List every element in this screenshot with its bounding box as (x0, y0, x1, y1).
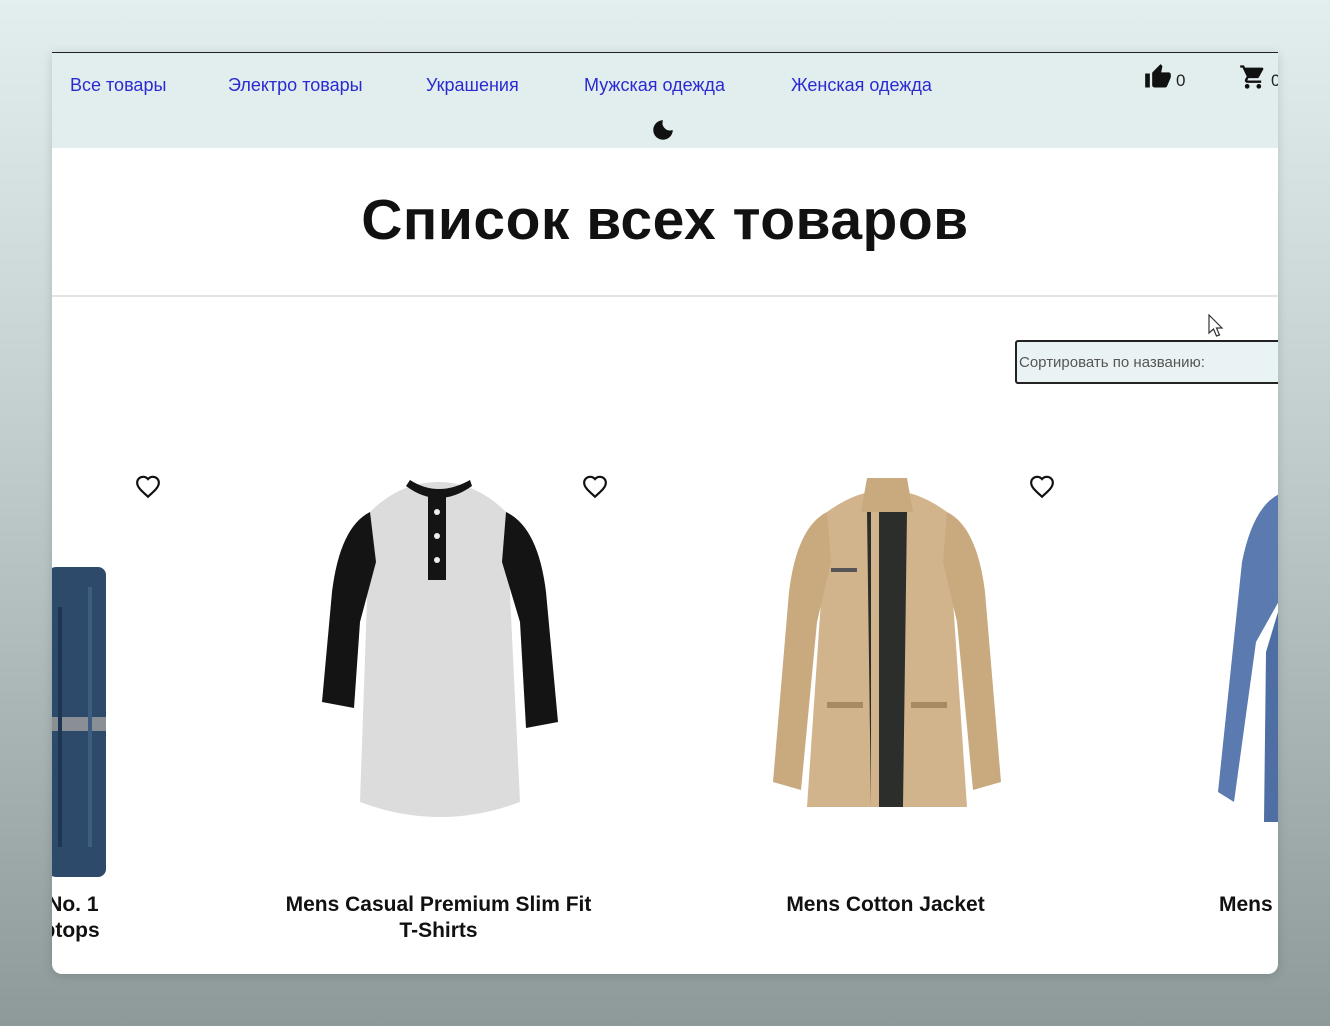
sort-select[interactable]: Сортировать по названию: (1015, 340, 1278, 384)
product-image-backpack (52, 567, 106, 877)
nav-link-womens[interactable]: Женская одежда (791, 75, 932, 96)
navbar: Все товары Электро товары Украшения Мужс… (52, 52, 1278, 148)
cart-counter[interactable]: 0 (1239, 63, 1278, 91)
cursor-icon (1208, 314, 1224, 337)
heart-icon[interactable] (582, 474, 608, 500)
product-card[interactable]: Mens Casual Premium Slim Fit T-Shirts (215, 472, 662, 972)
moon-icon[interactable] (650, 117, 676, 143)
product-image-shirt (1218, 494, 1278, 822)
product-card[interactable]: Mens Cotton Jacket (662, 472, 1109, 972)
page-header: Список всех товаров (52, 147, 1278, 297)
product-card[interactable]: ck No. 1 Laptops (52, 472, 165, 972)
product-card[interactable]: Mens (1109, 472, 1278, 972)
nav-link-mens[interactable]: Мужская одежда (584, 75, 725, 96)
cart-icon (1240, 65, 1264, 89)
likes-counter[interactable]: 0 (1144, 63, 1185, 91)
nav-link-all[interactable]: Все товары (70, 75, 166, 96)
heart-icon[interactable] (1029, 474, 1055, 500)
sort-label: Сортировать по названию: (1019, 353, 1205, 371)
nav-link-jewelery[interactable]: Украшения (426, 75, 519, 96)
heart-icon[interactable] (135, 474, 161, 500)
likes-count: 0 (1176, 71, 1186, 90)
product-image-jacket (773, 478, 1001, 807)
nav-link-electronics[interactable]: Электро товары (228, 75, 363, 96)
browser-window: Все товары Электро товары Украшения Мужс… (52, 52, 1278, 974)
page-title: Список всех товаров (361, 188, 969, 252)
product-title: ck No. 1 Laptops (52, 893, 100, 942)
thumbs-up-icon (1145, 64, 1171, 88)
product-title: Mens Cotton Jacket (786, 893, 985, 916)
product-image-tshirt (322, 480, 558, 817)
product-title: Mens Casual Premium Slim Fit T-Shirts (285, 893, 592, 942)
cart-count: 0 (1271, 71, 1278, 90)
product-title: Mens (1219, 893, 1273, 916)
